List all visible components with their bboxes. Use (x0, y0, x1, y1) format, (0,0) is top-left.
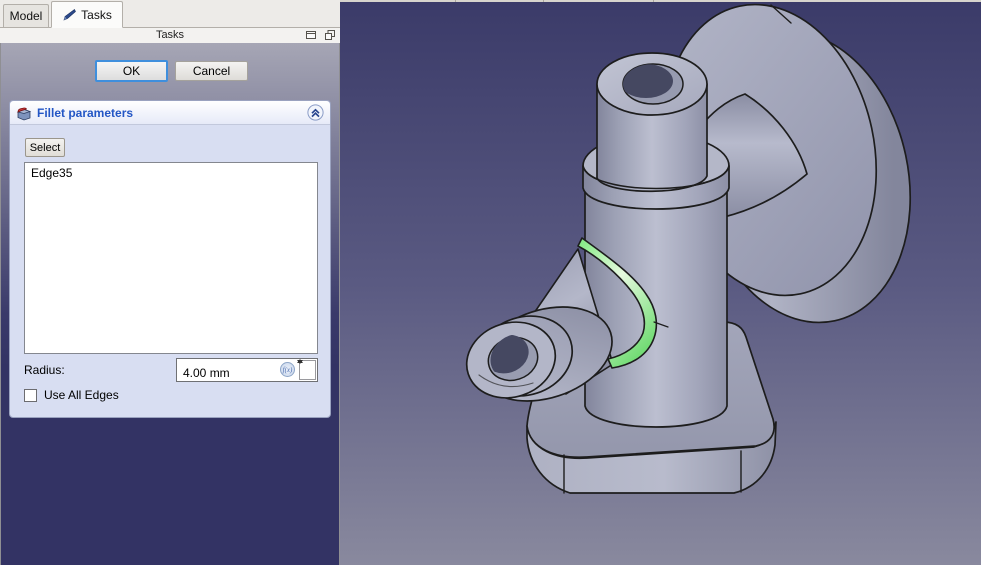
edge-list[interactable]: Edge35 (24, 162, 318, 354)
ok-button-label: OK (122, 64, 141, 78)
dock-titlebar[interactable]: Tasks (0, 28, 340, 43)
ok-button[interactable]: OK (95, 60, 168, 82)
pen-icon (62, 8, 77, 22)
fillet-parameters-header[interactable]: Fillet parameters (10, 101, 330, 125)
tab-tasks[interactable]: Tasks (51, 1, 123, 28)
edge-list-item[interactable]: Edge35 (31, 166, 311, 181)
use-all-edges-checkbox[interactable] (24, 388, 37, 402)
combo-view-panel: Model Tasks Tasks OK Cancel Fillet param… (0, 0, 340, 565)
radius-label: Radius: (24, 363, 65, 377)
fillet-icon (16, 105, 32, 121)
freecad-window: Model Tasks Tasks OK Cancel Fillet param… (0, 0, 981, 565)
collapse-chevron-icon[interactable] (307, 104, 324, 121)
3d-viewport[interactable] (340, 0, 981, 565)
select-button[interactable]: Select (25, 138, 65, 157)
radius-input[interactable] (177, 359, 279, 384)
toolbar-edge-strip (340, 0, 981, 2)
tasks-panel-background: OK Cancel Fillet parameters Select Edge3… (0, 43, 340, 565)
radius-spinner (299, 360, 316, 380)
use-all-edges-label: Use All Edges (44, 388, 119, 402)
tab-tasks-label: Tasks (81, 7, 112, 22)
cancel-button-label: Cancel (192, 64, 231, 78)
expression-icon[interactable]: f(x) (280, 362, 295, 377)
dock-title: Tasks (155, 29, 185, 41)
cancel-button[interactable]: Cancel (175, 61, 248, 81)
use-all-edges-row: Use All Edges (24, 388, 119, 402)
radius-spinbox[interactable]: f(x) (176, 358, 318, 384)
fillet-parameters-title: Fillet parameters (37, 105, 134, 120)
select-button-label: Select (29, 141, 61, 154)
tab-model-label: Model (9, 9, 43, 23)
combo-view-tabbar: Model Tasks (0, 0, 340, 28)
tab-model[interactable]: Model (3, 4, 49, 27)
fillet-parameters-card: Fillet parameters Select Edge35 Radius: (9, 100, 331, 418)
